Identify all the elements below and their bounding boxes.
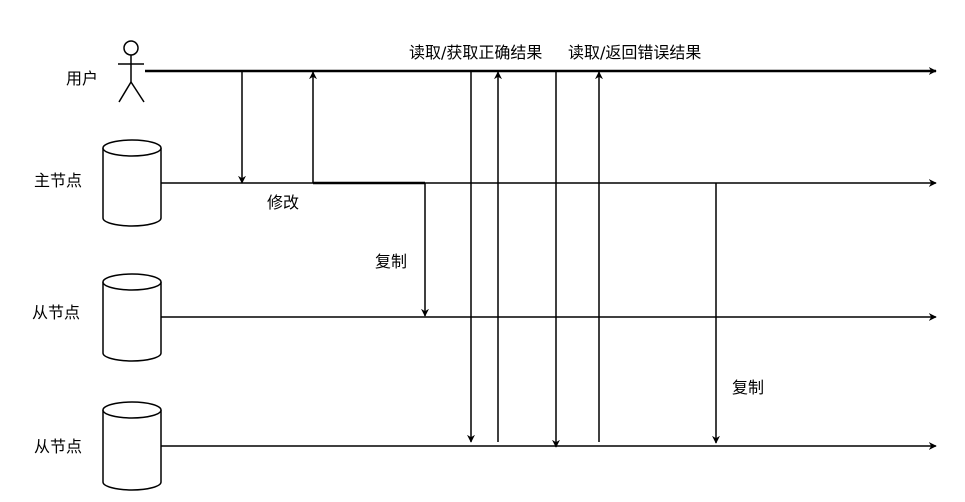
slave1-lane-label: 从节点 [32,303,80,322]
modify-label: 修改 [267,193,299,212]
slave2-database-icon [102,401,162,491]
master-database-icon [102,139,162,227]
user-actor-icon [118,40,145,103]
master-lane-label: 主节点 [34,171,82,190]
read-correct-label: 读取/获取正确结果 [409,43,542,62]
slave1-database-icon [102,273,162,362]
user-lane-label: 用户 [66,69,98,88]
slave2-lane-label: 从节点 [34,437,82,456]
replication-sequence-diagram: 用户 主节点 从节点 从节点 修改 复制 读取/获取正确结果 读取/返回错误结果… [32,40,937,491]
replicate-label-1: 复制 [375,252,407,271]
read-error-label: 读取/返回错误结果 [568,43,701,62]
replicate-label-2: 复制 [732,378,764,397]
